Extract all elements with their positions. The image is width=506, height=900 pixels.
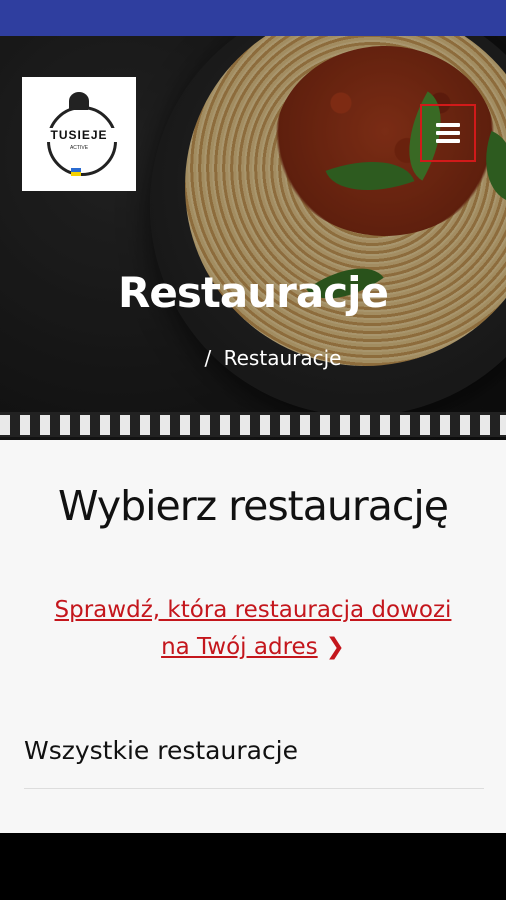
breadcrumb-current: Restauracje [223,346,342,370]
menu-button[interactable] [420,104,476,162]
film-strip-dots [0,415,506,435]
site-logo[interactable]: TUSIEJE ACTIVE [22,77,136,191]
page-title: Restauracje [118,268,389,317]
logo-name: TUSIEJE [33,128,125,142]
breadcrumb: / Restauracje [0,346,506,370]
status-bar [0,0,506,36]
section-heading: Wybierz restaurację [58,482,449,530]
check-delivery-label: Sprawdź, która restauracja dowozi na Twó… [54,597,452,660]
hamburger-menu-icon [436,123,460,143]
breadcrumb-separator: / [204,346,212,370]
ukraine-flag-icon [71,168,81,176]
main-content: Wybierz restaurację Sprawdź, która resta… [0,440,506,833]
hero-banner: TUSIEJE ACTIVE Restauracje / Restauracje [0,36,506,440]
logo-sub: ACTIVE [69,145,89,151]
chevron-right-icon: ❯ [325,634,345,660]
bottom-bar [0,833,506,900]
logo-graphic: TUSIEJE ACTIVE [33,88,125,180]
check-delivery-link[interactable]: Sprawdź, która restauracja dowozi na Twó… [40,592,466,666]
all-restaurants-title: Wszystkie restauracje [24,736,299,765]
divider [24,788,484,789]
